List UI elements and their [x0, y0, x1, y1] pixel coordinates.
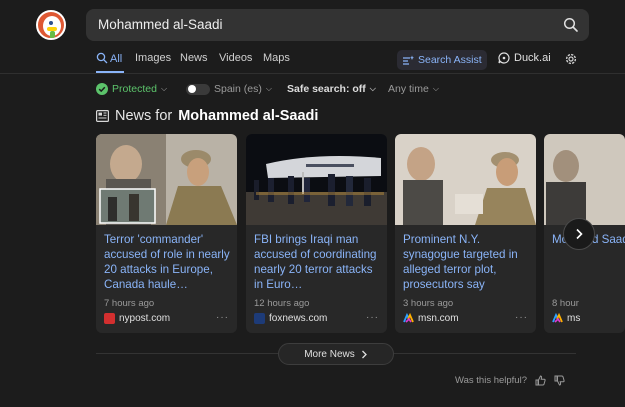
news-thumbnail	[544, 134, 625, 225]
duckduckgo-logo[interactable]	[36, 10, 66, 40]
news-source[interactable]: msn.com	[403, 313, 459, 324]
msn-favicon	[403, 313, 414, 323]
news-source-label: nypost.com	[119, 313, 171, 324]
search-bar[interactable]	[86, 9, 589, 41]
more-news-button[interactable]: More News	[278, 343, 394, 365]
chevron-down-icon: ⌵	[160, 84, 168, 93]
feedback-label: Was this helpful?	[455, 375, 527, 386]
news-time: 7 hours ago	[104, 298, 155, 309]
news-heading-prefix: News for	[115, 108, 173, 124]
chevron-right-icon	[361, 350, 367, 358]
news-section-heading: News for Mohammed al-Saadi	[96, 108, 318, 124]
region-toggle-switch[interactable]	[186, 83, 210, 95]
search-input[interactable]	[98, 17, 538, 32]
news-photo	[96, 134, 237, 225]
msn-favicon	[552, 313, 563, 323]
foxnews-favicon	[254, 313, 265, 324]
news-headline[interactable]: FBI brings Iraqi man accused of coordina…	[254, 232, 382, 292]
chevron-down-icon: ⌵	[432, 84, 439, 93]
news-photo	[246, 134, 387, 225]
news-thumbnail	[96, 134, 237, 225]
feedback-prompt: Was this helpful?	[455, 375, 565, 386]
news-source[interactable]: foxnews.com	[254, 313, 327, 324]
news-time: 8 hour	[552, 298, 579, 309]
duckai-button[interactable]: Duck.ai	[498, 52, 551, 64]
time-label: Any time	[388, 83, 429, 95]
protected-label: Protected	[112, 83, 157, 95]
tab-videos[interactable]: Videos	[219, 52, 252, 64]
news-source-label: ms	[567, 313, 581, 324]
tab-news[interactable]: News	[180, 52, 208, 64]
region-toggle[interactable]: Spain (es) ⌵	[186, 83, 272, 95]
thumbs-up-icon[interactable]	[535, 375, 546, 386]
news-card[interactable]: Prominent N.Y. synagogue targeted in all…	[395, 134, 536, 333]
protected-dropdown[interactable]: Protected ⌵	[96, 83, 167, 95]
logo-duck-tie	[50, 31, 55, 38]
search-icon	[96, 52, 108, 64]
carousel-next-button[interactable]	[563, 218, 595, 250]
more-options-icon[interactable]: ···	[216, 312, 229, 323]
thumbs-down-icon[interactable]	[554, 375, 565, 386]
news-thumbnail	[246, 134, 387, 225]
news-time: 12 hours ago	[254, 298, 310, 309]
news-source-label: foxnews.com	[269, 313, 328, 324]
logo-duck-eye	[49, 21, 53, 25]
chevron-down-icon: ⌵	[369, 84, 376, 93]
search-assist-label: Search Assist	[418, 54, 482, 66]
search-icon[interactable]	[563, 17, 579, 33]
news-source-label: msn.com	[418, 313, 459, 324]
chevron-down-icon: ⌵	[265, 84, 272, 93]
news-card[interactable]: FBI brings Iraqi man accused of coordina…	[246, 134, 387, 333]
time-dropdown[interactable]: Any time ⌵	[388, 83, 439, 95]
news-photo	[395, 134, 536, 225]
safe-search-dropdown[interactable]: Safe search: off ⌵	[287, 83, 376, 95]
tab-maps[interactable]: Maps	[263, 52, 290, 64]
chevron-right-icon	[576, 228, 583, 240]
news-card[interactable]: Terror 'commander' accused of role in ne…	[96, 134, 237, 333]
tab-images[interactable]: Images	[135, 52, 171, 64]
news-source[interactable]: ms	[552, 313, 580, 324]
duckai-label: Duck.ai	[514, 52, 551, 64]
search-assist-button[interactable]: Search Assist	[397, 50, 487, 70]
news-headline[interactable]: Prominent N.Y. synagogue targeted in all…	[403, 232, 531, 292]
region-label: Spain (es)	[214, 83, 262, 95]
more-options-icon[interactable]: ···	[515, 312, 528, 323]
news-time: 3 hours ago	[403, 298, 454, 309]
news-thumbnail	[395, 134, 536, 225]
tab-label: All	[110, 53, 123, 65]
tab-all[interactable]: All	[96, 52, 122, 65]
header-divider	[0, 73, 625, 74]
newspaper-icon	[96, 110, 109, 122]
news-headline[interactable]: Terror 'commander' accused of role in ne…	[104, 232, 232, 292]
check-circle-icon	[96, 83, 108, 95]
more-options-icon[interactable]: ···	[366, 312, 379, 323]
more-news-label: More News	[304, 348, 355, 360]
news-photo	[544, 134, 625, 225]
sparkle-icon	[403, 55, 414, 65]
nypost-favicon	[104, 313, 115, 324]
gear-icon[interactable]	[564, 52, 578, 66]
safe-search-label: Safe search: off	[287, 83, 366, 95]
chat-bubble-icon	[498, 52, 510, 64]
news-source[interactable]: nypost.com	[104, 313, 170, 324]
news-heading-query: Mohammed al-Saadi	[178, 108, 319, 124]
